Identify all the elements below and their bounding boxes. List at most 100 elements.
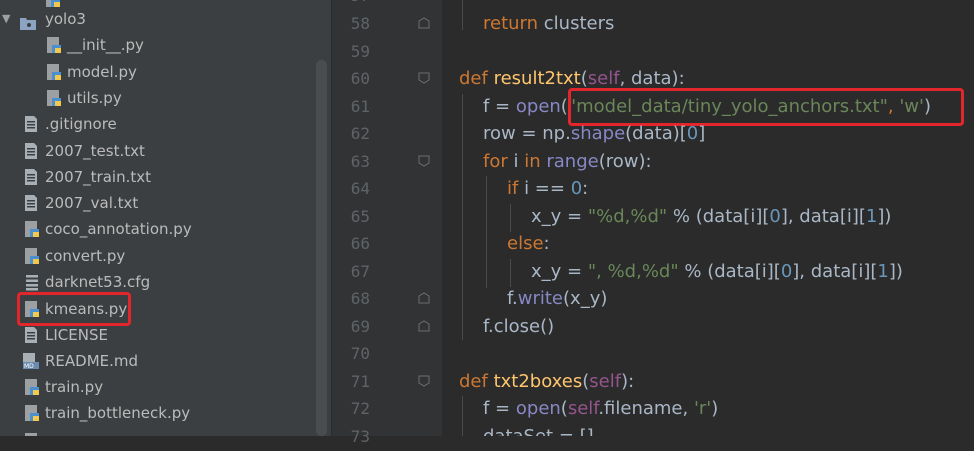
code-editor[interactable]: return clusters def result2txt(self, dat…: [442, 0, 974, 436]
tree-item-2007-val[interactable]: 2007_val.txt: [0, 190, 320, 216]
tree-item-readme[interactable]: MD README.md: [0, 348, 320, 374]
code-line: for i in range(row):: [483, 148, 652, 176]
tree-item-train[interactable]: train.py: [0, 374, 320, 400]
code-token: f.close(): [483, 316, 555, 337]
code-token: :: [543, 233, 550, 254]
code-line: row = np.shape(data)[0]: [483, 120, 705, 148]
indent-guide: [462, 396, 463, 436]
code-token: dataSet = []: [483, 426, 594, 436]
line-number: 61: [350, 97, 370, 116]
code-token: open: [515, 96, 561, 117]
fold-end-icon[interactable]: [418, 17, 430, 29]
tree-item-utils-py[interactable]: utils.py: [0, 85, 320, 111]
tree-item-init-py[interactable]: __init__.py: [0, 32, 320, 58]
tree-item-convert[interactable]: convert.py: [0, 243, 320, 269]
code-token: f.: [507, 288, 518, 309]
code-token: def: [459, 371, 488, 392]
line-number: 63: [350, 152, 370, 171]
tree-item-label: coco_annotation.py: [45, 220, 192, 238]
line-number: 57: [332, 0, 370, 10]
code-token: write: [517, 288, 564, 309]
line-number: 73: [350, 427, 370, 446]
tree-item-label: .gitignore: [45, 115, 117, 133]
code-token: 0: [570, 178, 583, 199]
code-token: ):: [621, 371, 635, 392]
tree-item-label: train.py: [45, 378, 104, 396]
code-token: x_y =: [531, 261, 588, 282]
sidebar-scrollbar[interactable]: [316, 60, 327, 436]
code-line: def txt2boxes(self):: [459, 368, 634, 396]
indent-guide: [462, 94, 463, 340]
python-file-icon: [24, 404, 40, 422]
indent-guide: [510, 259, 511, 287]
code-line: f.close(): [483, 313, 554, 341]
code-line: dataSet = []: [483, 423, 594, 436]
code-token: 0: [769, 206, 781, 227]
line-number: 64: [350, 179, 370, 198]
line-number: 72: [350, 399, 370, 418]
code-token: ]: [698, 123, 706, 144]
tree-item-label: 2007_test.txt: [45, 142, 145, 160]
line-number: 59: [350, 42, 370, 61]
code-token: result2txt: [493, 68, 581, 89]
tree-item-partial[interactable]: [0, 428, 320, 436]
tree-item-model-py[interactable]: model.py: [0, 59, 320, 85]
indent-guide: [510, 204, 511, 232]
tree-item-coco-annotation[interactable]: coco_annotation.py: [0, 216, 320, 242]
tree-item-2007-test[interactable]: 2007_test.txt: [0, 138, 320, 164]
code-token: % (data[i][: [667, 206, 770, 227]
text-file-icon: [24, 168, 40, 186]
fold-end-icon[interactable]: [418, 292, 430, 304]
text-file-icon: [24, 115, 40, 133]
python-file-icon: [46, 63, 62, 81]
tree-item-label: train_bottleneck.py: [45, 404, 191, 422]
python-file-icon: [24, 220, 40, 238]
code-token: (data)[: [625, 123, 687, 144]
code-token: if: [507, 178, 519, 199]
code-token: x_y =: [531, 206, 588, 227]
code-token: for: [483, 151, 508, 172]
tree-item-label: __init__.py: [67, 36, 144, 54]
tree-item-label: README.md: [45, 352, 139, 370]
code-token: txt2boxes: [493, 371, 583, 392]
text-file-icon: [24, 326, 40, 344]
python-file-icon: [24, 378, 40, 396]
kmeans-highlight-box: [17, 292, 131, 326]
markdown-file-icon: MD: [22, 352, 39, 370]
code-token: i: [507, 151, 525, 172]
folder-icon: [20, 12, 36, 30]
line-number: 67: [350, 262, 370, 281]
tree-item-license[interactable]: LICENSE: [0, 322, 320, 348]
code-token: range: [546, 151, 599, 172]
code-token: self: [567, 398, 599, 419]
line-number: 62: [350, 124, 370, 143]
fold-start-icon[interactable]: [418, 155, 430, 167]
code-token: , data):: [619, 68, 685, 89]
code-token: % (data[i][: [678, 261, 781, 282]
tree-item-yolo3[interactable]: ▼ yolo3: [0, 6, 320, 32]
tree-item-label: convert.py: [45, 247, 126, 265]
code-token: (row):: [598, 151, 652, 172]
code-token: row = np.: [483, 123, 571, 144]
code-token: (: [580, 68, 588, 89]
chevron-down-icon[interactable]: ▼: [2, 6, 10, 32]
fold-start-icon[interactable]: [418, 375, 430, 387]
svg-text:MD: MD: [24, 363, 34, 370]
code-token: f =: [483, 96, 516, 117]
config-file-icon: [24, 273, 40, 291]
python-file-icon: [24, 432, 40, 436]
code-token: else: [507, 233, 544, 254]
tree-item-gitignore[interactable]: .gitignore: [0, 111, 320, 137]
fold-end-icon[interactable]: [418, 320, 430, 332]
tree-item-label: utils.py: [67, 89, 122, 107]
python-file-icon: [24, 247, 40, 265]
code-token: ", %d,%d": [587, 261, 679, 282]
code-token: f =: [483, 398, 516, 419]
code-token: ]): [888, 261, 903, 282]
python-file-icon: [46, 36, 62, 54]
code-token: self: [589, 371, 622, 392]
fold-start-icon[interactable]: [418, 72, 430, 84]
tree-item-train-bottleneck[interactable]: train_bottleneck.py: [0, 400, 320, 426]
tree-item-2007-train[interactable]: 2007_train.txt: [0, 164, 320, 190]
code-line: x_y = ", %d,%d" % (data[i][0], data[i][1…: [531, 258, 903, 286]
